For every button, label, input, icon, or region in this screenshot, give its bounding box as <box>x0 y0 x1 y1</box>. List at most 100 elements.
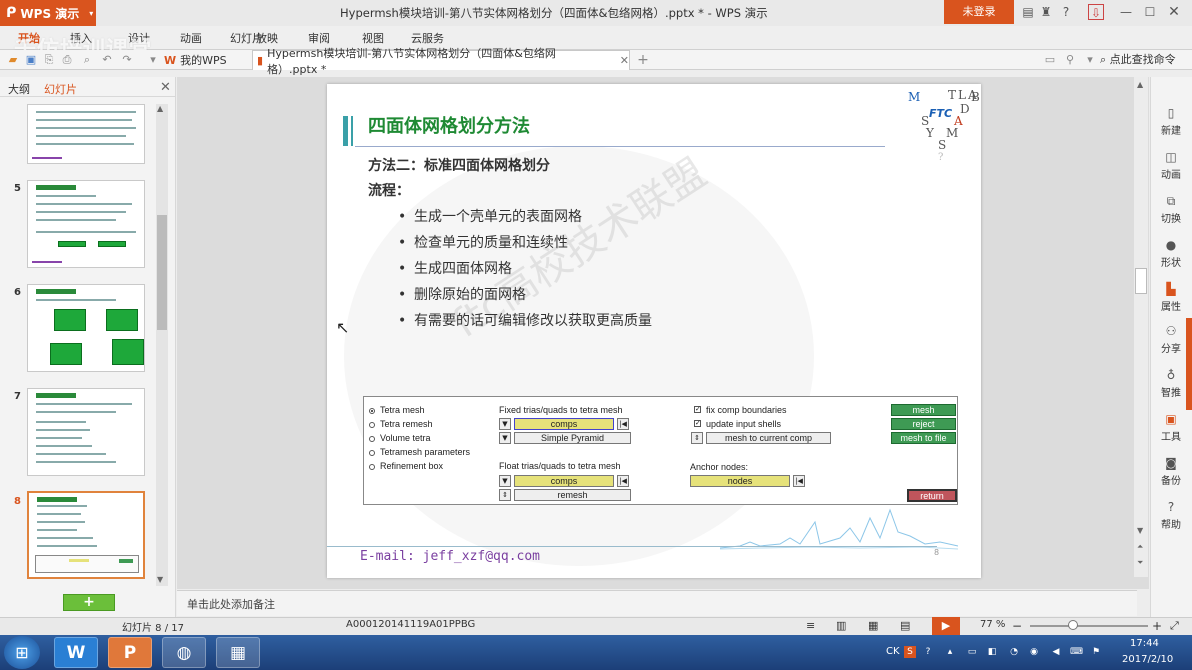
bullet-item[interactable]: • 生成一个壳单元的表面网格 <box>398 206 582 226</box>
anchor-nodes-button[interactable]: nodes <box>690 475 790 487</box>
slide-panel-scrollbar[interactable] <box>156 104 168 586</box>
tray-app-icon[interactable]: S <box>904 646 916 658</box>
canvas-scrollbar[interactable] <box>1134 77 1148 577</box>
zoom-out-icon[interactable]: − <box>1012 619 1022 633</box>
zoom-in-icon[interactable]: + <box>1152 619 1162 633</box>
slide-thumbnail-5[interactable] <box>27 180 145 268</box>
zoom-level[interactable]: 77 % <box>980 619 1005 630</box>
slide-title[interactable]: 四面体网格划分方法 <box>368 112 530 138</box>
tab-document[interactable]: ▮ Hypermsh模块培训-第八节实体网格划分（四面体&包络网格）.pptx … <box>252 47 630 76</box>
tray-wifi-icon[interactable]: ◔ <box>1008 646 1020 658</box>
pane-share[interactable]: ⚇ 分享 <box>1152 324 1190 355</box>
pane-help[interactable]: ? 帮助 <box>1152 500 1190 531</box>
shirt-icon[interactable]: ♜ <box>1038 4 1054 20</box>
print-icon[interactable]: ⎙ <box>60 53 74 67</box>
tray-shield-icon[interactable]: ◉ <box>1028 646 1040 658</box>
scroll-down-icon[interactable]: ▼ <box>157 575 163 584</box>
tray-flag-icon[interactable]: ⚑ <box>1090 646 1102 658</box>
open-folder-icon[interactable]: ▰ <box>6 53 20 67</box>
redo-icon[interactable]: ↷ <box>120 53 134 67</box>
start-button[interactable]: ⊞ <box>4 636 40 669</box>
bullet-item[interactable]: • 有需要的话可编辑修改以获取更高质量 <box>398 310 652 330</box>
clock-date[interactable]: 2017/2/10 <box>1122 654 1173 665</box>
tray-keyboard-icon[interactable]: ⌨ <box>1070 646 1083 658</box>
command-search[interactable]: ⌕ 点此查找命令 <box>1100 51 1176 67</box>
taskbar-hypermesh[interactable]: ▦ <box>216 637 260 668</box>
bullet-item[interactable]: • 删除原始的面网格 <box>398 284 526 304</box>
tab-outline[interactable]: 大纲 <box>8 81 30 97</box>
fixed-comps-button[interactable]: comps <box>514 418 614 430</box>
pane-recommend[interactable]: ♁ 智推 <box>1152 368 1190 399</box>
tab-slides[interactable]: 幻灯片 <box>44 81 77 97</box>
zoom-slider-handle[interactable] <box>1068 620 1078 630</box>
fixed-option[interactable]: Simple Pyramid <box>514 432 631 444</box>
zoom-slider[interactable] <box>1030 625 1148 627</box>
input-language[interactable]: CK <box>886 646 900 657</box>
tab-close-icon[interactable]: ✕ <box>620 54 629 67</box>
scroll-down-icon[interactable]: ▼ <box>1137 526 1143 535</box>
float-comps-button[interactable]: comps <box>514 475 614 487</box>
flow-heading[interactable]: 流程： <box>368 180 410 200</box>
hypermesh-tetramesh-panel[interactable]: Tetra mesh Tetra remesh Volume tetra Tet… <box>363 396 958 505</box>
slide-thumbnail-4[interactable] <box>27 104 145 164</box>
pane-animation[interactable]: ◫ 动画 <box>1152 150 1190 181</box>
float-option[interactable]: remesh <box>514 489 631 501</box>
help-icon[interactable]: ? <box>1058 4 1074 20</box>
canvas-scroll-thumb[interactable] <box>1135 268 1147 294</box>
previous-slide-icon[interactable]: ⏶ <box>1137 542 1143 552</box>
taskbar-wps-presentation[interactable]: P <box>108 637 152 668</box>
fit-window-icon[interactable]: ⤢ <box>1170 619 1179 633</box>
mesh-to-file-button[interactable]: mesh to file <box>891 432 956 444</box>
chevron-down-icon[interactable]: ▾ <box>1083 53 1097 67</box>
undo-icon[interactable]: ↶ <box>100 53 114 67</box>
tray-volume-icon[interactable]: ◀ <box>1050 646 1062 658</box>
download-icon[interactable]: ⇩ <box>1088 4 1104 20</box>
wps-menu-button[interactable]: ᑭ WPS 演示 ▾ <box>0 0 96 26</box>
notes-pane[interactable] <box>177 590 1137 616</box>
play-slideshow-button[interactable]: ▶ <box>932 617 960 635</box>
skin-icon[interactable]: ▤ <box>1020 4 1036 20</box>
menu-animation[interactable]: 动画 <box>180 30 202 46</box>
bullet-item[interactable]: • 生成四面体网格 <box>398 258 512 278</box>
new-tab-icon[interactable]: + <box>636 53 650 67</box>
scroll-up-icon[interactable]: ▲ <box>157 104 163 113</box>
method-heading[interactable]: 方法二：标准四面体网格划分 <box>368 155 550 175</box>
minimize-icon[interactable]: — <box>1118 4 1134 20</box>
maximize-icon[interactable]: ☐ <box>1142 4 1158 20</box>
scroll-up-icon[interactable]: ▲ <box>1137 80 1143 89</box>
mesh-button[interactable]: mesh <box>891 404 956 416</box>
slide-panel-scroll-thumb[interactable] <box>157 215 167 330</box>
pane-transition[interactable]: ⧉ 切换 <box>1152 194 1190 225</box>
taskbar-wps-writer[interactable]: W <box>54 637 98 668</box>
slide-thumbnail-8[interactable] <box>27 491 145 579</box>
tray-chevron-icon[interactable]: ▴ <box>944 646 956 658</box>
pane-shapes[interactable]: ● 形状 <box>1152 238 1190 269</box>
tray-network-icon[interactable]: ◧ <box>986 646 998 658</box>
normal-view-icon[interactable]: ▥ <box>836 619 846 632</box>
tray-help-icon[interactable]: ? <box>922 646 934 658</box>
pane-properties[interactable]: ▙ 属性 <box>1152 282 1190 313</box>
mesh-to-option[interactable]: mesh to current comp <box>706 432 831 444</box>
chevron-down-icon[interactable]: ▾ <box>146 53 160 67</box>
next-slide-icon[interactable]: ⏷ <box>1137 558 1143 568</box>
reject-button[interactable]: reject <box>891 418 956 430</box>
notes-toggle-icon[interactable]: ≡ <box>806 619 815 632</box>
login-button[interactable]: 未登录 <box>944 0 1014 24</box>
pin-icon[interactable]: ⚲ <box>1063 53 1077 67</box>
sorter-view-icon[interactable]: ▦ <box>868 619 878 632</box>
close-icon[interactable]: ✕ <box>1166 4 1182 20</box>
tray-monitor-icon[interactable]: ▭ <box>966 646 978 658</box>
tab-list-icon[interactable]: ▭ <box>1043 53 1057 67</box>
return-button[interactable]: return <box>907 489 957 502</box>
contact-email[interactable]: E-mail: jeff_xzf@qq.com <box>360 549 540 564</box>
notes-placeholder[interactable]: 单击此处添加备注 <box>187 596 275 612</box>
bullet-item[interactable]: • 检查单元的质量和连续性 <box>398 232 568 252</box>
pane-tools[interactable]: ▣ 工具 <box>1152 412 1190 443</box>
export-pdf-icon[interactable]: ⎘ <box>42 53 56 67</box>
preview-icon[interactable]: ⌕ <box>80 53 94 67</box>
pane-new[interactable]: ▯ 新建 <box>1152 106 1190 137</box>
reading-view-icon[interactable]: ▤ <box>900 619 910 632</box>
taskbar-browser[interactable]: ◍ <box>162 637 206 668</box>
slide-thumbnail-7[interactable] <box>27 388 145 476</box>
close-panel-icon[interactable]: ✕ <box>160 80 171 95</box>
